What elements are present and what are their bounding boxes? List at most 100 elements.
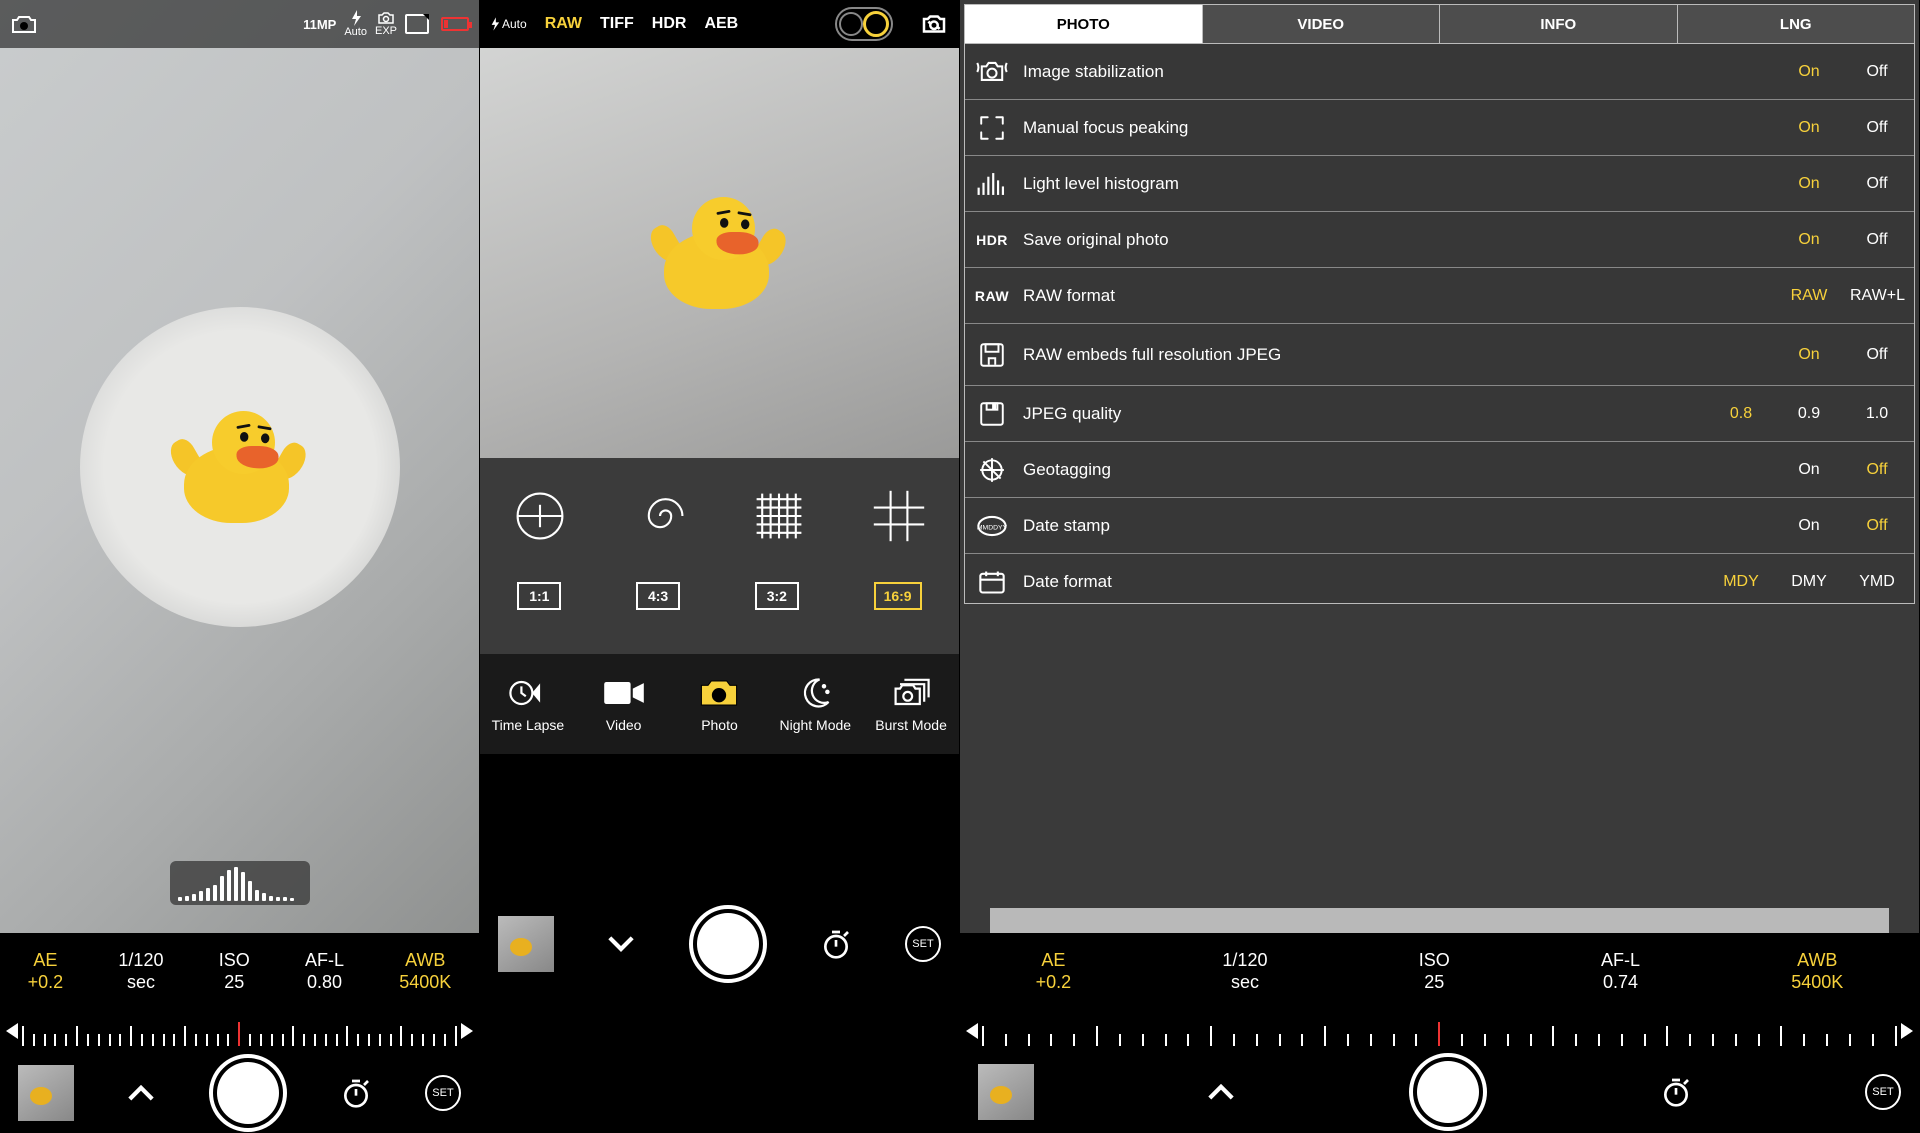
ratio-3-2[interactable]: 3:2: [755, 582, 799, 610]
setting-option[interactable]: 1.0: [1850, 405, 1904, 423]
adjustment-ruler[interactable]: [960, 1009, 1919, 1053]
setting-option[interactable]: MDY: [1714, 573, 1768, 591]
setting-option[interactable]: On: [1782, 461, 1836, 479]
tab-video[interactable]: VIDEO: [1203, 5, 1441, 43]
setting-row-5: RAW embeds full resolution JPEG On Off: [965, 324, 1914, 386]
self-timer-icon[interactable]: [820, 928, 852, 960]
gallery-thumbnail[interactable]: [498, 916, 554, 972]
setting-option[interactable]: Off: [1850, 461, 1904, 479]
format-topbar: Auto RAW TIFF HDR AEB: [480, 0, 959, 48]
fine-grid-overlay-icon[interactable]: [751, 488, 807, 544]
thirds-grid-overlay-icon[interactable]: [871, 488, 927, 544]
chevron-up-icon[interactable]: [1207, 1078, 1235, 1106]
setting-option[interactable]: On: [1782, 231, 1836, 249]
camera-icon[interactable]: [10, 13, 38, 35]
ruler-left-arrow[interactable]: [966, 1023, 978, 1039]
self-timer-icon[interactable]: [1660, 1076, 1692, 1108]
tab-info[interactable]: INFO: [1440, 5, 1678, 43]
awb-readout[interactable]: AWB5400K: [399, 949, 451, 993]
format-aeb[interactable]: AEB: [704, 15, 738, 33]
setting-option[interactable]: On: [1782, 346, 1836, 364]
mode-night[interactable]: Night Mode: [769, 675, 861, 733]
gallery-thumbnail[interactable]: [18, 1065, 74, 1121]
settings-list[interactable]: Image stabilizationOnOffManual focus pea…: [964, 44, 1915, 604]
setting-option[interactable]: Off: [1850, 346, 1904, 364]
setting-row-7: GeotaggingOnOff: [965, 442, 1914, 498]
setting-row-2: Light level histogramOnOff: [965, 156, 1914, 212]
stamp-icon: MMDDYY: [975, 512, 1009, 540]
shutter-readout[interactable]: 1/120sec: [118, 949, 163, 993]
setting-option[interactable]: Off: [1850, 119, 1904, 137]
setting-option[interactable]: 0.9: [1782, 405, 1836, 423]
spiral-overlay-icon[interactable]: [632, 488, 688, 544]
setting-option[interactable]: Off: [1850, 231, 1904, 249]
awb-readout[interactable]: AWB5400K: [1791, 949, 1843, 993]
chevron-down-icon[interactable]: [607, 930, 635, 958]
shutter-button[interactable]: [1409, 1053, 1487, 1131]
setting-label: RAW embeds full resolution JPEG: [1023, 345, 1768, 365]
camera-screen-settings: PHOTO VIDEO INFO LNG Image stabilization…: [960, 0, 1920, 1133]
geo-icon: [975, 456, 1009, 484]
format-tiff[interactable]: TIFF: [600, 15, 634, 33]
hdr-icon: HDR: [975, 226, 1009, 254]
settings-button[interactable]: SET: [425, 1075, 461, 1111]
storage-icon[interactable]: [405, 14, 429, 34]
setting-row-8: MMDDYYDate stampOnOff: [965, 498, 1914, 554]
setting-option[interactable]: 0.8: [1714, 405, 1768, 423]
ratio-4-3[interactable]: 4:3: [636, 582, 680, 610]
viewfinder[interactable]: [0, 0, 479, 933]
setting-option[interactable]: Off: [1850, 63, 1904, 81]
setting-option[interactable]: RAW+L: [1850, 287, 1904, 305]
format-hdr[interactable]: HDR: [652, 15, 687, 33]
shutter-button[interactable]: [209, 1054, 287, 1132]
megapixel-label[interactable]: 11MP: [303, 17, 336, 32]
setting-option[interactable]: DMY: [1782, 573, 1836, 591]
flash-auto-indicator[interactable]: Auto: [490, 16, 527, 32]
tab-lng[interactable]: LNG: [1678, 5, 1915, 43]
flip-camera-icon[interactable]: [919, 9, 949, 39]
ruler-right-arrow[interactable]: [1901, 1023, 1913, 1039]
exposure-mode[interactable]: EXP: [375, 11, 397, 37]
cal-icon: [975, 568, 1009, 596]
settings-tabs: PHOTO VIDEO INFO LNG: [964, 4, 1915, 44]
settings-button[interactable]: SET: [905, 926, 941, 962]
horizon-overlay-icon[interactable]: [512, 488, 568, 544]
histogram-overlay: [170, 861, 310, 905]
mode-burst[interactable]: Burst Mode: [865, 675, 957, 733]
mode-photo[interactable]: Photo: [673, 675, 765, 733]
ae-readout[interactable]: AE+0.2: [1036, 949, 1072, 993]
self-timer-icon[interactable]: [340, 1077, 372, 1109]
flash-mode[interactable]: Auto: [344, 10, 367, 38]
setting-option[interactable]: On: [1782, 175, 1836, 193]
focuspeak-icon: [975, 114, 1009, 142]
lens-toggle[interactable]: [835, 7, 893, 41]
setting-option[interactable]: Off: [1850, 175, 1904, 193]
iso-readout[interactable]: ISO25: [1419, 949, 1450, 993]
ratio-16-9[interactable]: 16:9: [874, 582, 922, 610]
setting-option[interactable]: RAW: [1782, 287, 1836, 305]
mode-video[interactable]: Video: [578, 675, 670, 733]
ae-readout[interactable]: AE+0.2: [28, 949, 64, 993]
adjustment-ruler[interactable]: [0, 1009, 479, 1053]
af-readout[interactable]: AF-L0.80: [305, 949, 344, 993]
gallery-thumbnail[interactable]: [978, 1064, 1034, 1120]
setting-option[interactable]: YMD: [1850, 573, 1904, 591]
iso-readout[interactable]: ISO25: [219, 949, 250, 993]
tab-photo[interactable]: PHOTO: [965, 5, 1203, 43]
af-readout[interactable]: AF-L0.74: [1601, 949, 1640, 993]
setting-row-1: Manual focus peakingOnOff: [965, 100, 1914, 156]
viewfinder[interactable]: [480, 48, 959, 458]
shutter-button[interactable]: [689, 905, 767, 983]
setting-option[interactable]: On: [1782, 517, 1836, 535]
settings-button[interactable]: SET: [1865, 1074, 1901, 1110]
setting-option[interactable]: On: [1782, 63, 1836, 81]
mode-time-lapse[interactable]: Time Lapse: [482, 675, 574, 733]
shutter-readout[interactable]: 1/120sec: [1222, 949, 1267, 993]
chevron-up-icon[interactable]: [127, 1079, 155, 1107]
setting-option[interactable]: On: [1782, 119, 1836, 137]
ratio-1-1[interactable]: 1:1: [517, 582, 561, 610]
ruler-right-arrow[interactable]: [461, 1023, 473, 1039]
ruler-left-arrow[interactable]: [6, 1023, 18, 1039]
format-raw[interactable]: RAW: [545, 15, 582, 33]
setting-option[interactable]: Off: [1850, 517, 1904, 535]
